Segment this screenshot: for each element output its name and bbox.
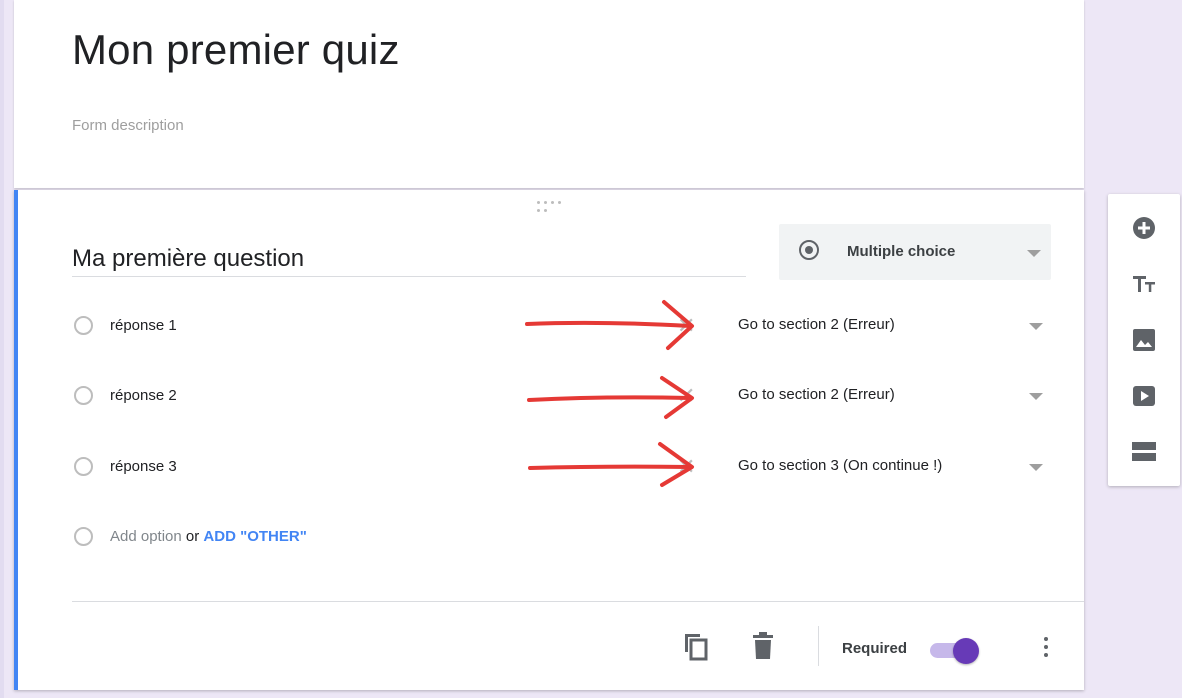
option-label[interactable]: réponse 3: [110, 458, 177, 475]
option-radio-icon: [74, 457, 93, 476]
chevron-down-icon[interactable]: [1029, 393, 1043, 400]
toggle-knob: [953, 638, 979, 664]
radio-button-icon: [799, 240, 819, 260]
card-divider: [72, 601, 1084, 602]
annotation-arrow-head: [658, 442, 694, 487]
option-label[interactable]: réponse 1: [110, 317, 177, 334]
add-or-text: or: [185, 528, 200, 545]
video-icon[interactable]: [1130, 382, 1158, 410]
delete-icon[interactable]: [752, 632, 774, 660]
form-title[interactable]: Mon premier quiz: [72, 26, 400, 74]
active-card-accent: [14, 190, 18, 690]
section-icon[interactable]: [1130, 438, 1158, 466]
option-radio-icon: [74, 316, 93, 335]
question-type-label: Multiple choice: [847, 243, 956, 260]
page-left-strip: [0, 0, 4, 698]
chevron-down-icon[interactable]: [1029, 323, 1043, 330]
required-label: Required: [842, 640, 908, 657]
go-to-section-select[interactable]: Go to section 2 (Erreur): [738, 316, 895, 333]
form-header-card: Mon premier quiz Form description: [14, 0, 1084, 188]
title-text-icon[interactable]: [1130, 270, 1158, 298]
annotation-arrows: [525, 300, 694, 487]
drag-handle-icon[interactable]: [537, 201, 561, 213]
add-option-row: Add option or ADD "OTHER": [72, 522, 1052, 552]
form-description-field[interactable]: Form description: [72, 117, 184, 134]
more-options-icon[interactable]: [1044, 637, 1048, 661]
question-type-dropdown[interactable]: Multiple choice: [779, 224, 1051, 280]
go-to-section-select[interactable]: Go to section 2 (Erreur): [738, 386, 895, 403]
footer-separator: [818, 626, 819, 666]
go-to-section-select[interactable]: Go to section 3 (On continue !): [738, 457, 942, 474]
chevron-down-icon: [1027, 250, 1041, 257]
chevron-down-icon[interactable]: [1029, 464, 1043, 471]
option-label[interactable]: réponse 2: [110, 387, 177, 404]
option-radio-icon: [74, 386, 93, 405]
question-title-input[interactable]: Ma première question: [72, 242, 746, 277]
duplicate-icon[interactable]: [682, 631, 710, 661]
add-option-link[interactable]: Add option: [110, 528, 182, 545]
add-other-link[interactable]: ADD "OTHER": [203, 528, 306, 545]
add-question-icon[interactable]: [1130, 214, 1158, 242]
annotation-arrow: [528, 464, 692, 470]
add-option-text: Add option or ADD "OTHER": [110, 528, 307, 545]
annotation-arrow: [527, 395, 692, 402]
option-radio-icon: [74, 527, 93, 546]
annotation-arrow: [525, 320, 692, 328]
side-toolbar: [1108, 194, 1180, 486]
image-icon[interactable]: [1130, 326, 1158, 354]
